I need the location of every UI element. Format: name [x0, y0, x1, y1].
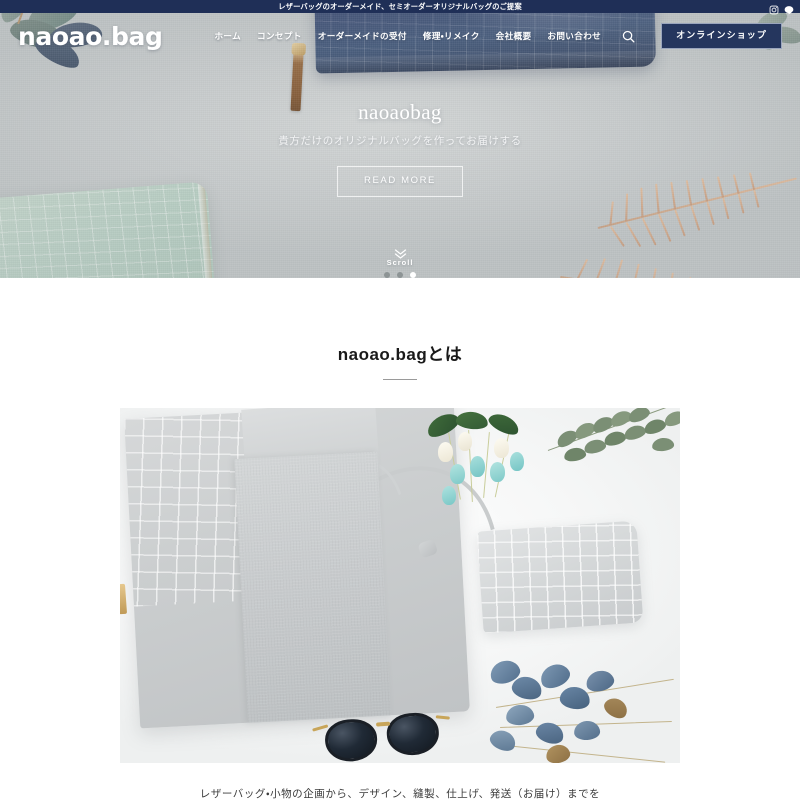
about-section: naoao.bagとは レザーバッグ・小物の企画から、デザイン、縫製、仕上げ、発…	[0, 278, 800, 800]
scroll-label: Scroll	[386, 258, 414, 267]
sunglasses-temple-right	[435, 715, 450, 720]
dried-blue-eucalyptus	[486, 649, 680, 763]
title-divider	[383, 379, 417, 380]
nav-item-repair[interactable]: 修理・リメイク	[423, 30, 480, 42]
tote-crocodile-panel	[124, 412, 252, 607]
sunglasses	[312, 709, 450, 763]
read-more-button[interactable]: READ MORE	[337, 166, 463, 197]
hero-title: naoaobag	[358, 100, 442, 124]
nav-item-contact[interactable]: お問い合わせ	[547, 30, 601, 42]
site-header: naoao.bag ホーム コンセプト オーダーメイドの受付 修理・リメイク 会…	[0, 13, 800, 59]
announcement-text: レザーバッグのオーダーメイド、セミオーダーオリジナルバッグのご提案	[278, 2, 522, 11]
main-navigation: ホーム コンセプト オーダーメイドの受付 修理・リメイク 会社概要 お問い合わせ…	[214, 23, 800, 49]
about-body-text: レザーバッグ・小物の企画から、デザイン、縫製、仕上げ、発送（お届け）までを 埼玉…	[120, 785, 680, 800]
carousel-dots	[0, 272, 800, 278]
site-logo[interactable]: naoao.bag	[18, 24, 163, 49]
carousel-dot-1[interactable]	[384, 272, 390, 278]
online-shop-button[interactable]: オンラインショップ	[661, 23, 782, 49]
about-body-line-1: レザーバッグ・小物の企画から、デザイン、縫製、仕上げ、発送（お届け）までを	[199, 788, 601, 800]
nav-item-order[interactable]: オーダーメイドの受付	[318, 30, 407, 42]
section-title: naoao.bagとは	[337, 345, 463, 364]
carousel-dot-3[interactable]	[410, 272, 416, 278]
tote-front-panel	[234, 451, 391, 723]
search-icon[interactable]	[619, 27, 637, 45]
sunglasses-lens-right	[385, 711, 441, 757]
nav-item-company[interactable]: 会社概要	[496, 30, 532, 42]
nav-item-home[interactable]: ホーム	[214, 30, 241, 42]
chevron-down-icon	[394, 246, 407, 259]
page-root: レザーバッグのオーダーメイド、セミオーダーオリジナルバッグのご提案 naoaob…	[0, 0, 800, 800]
scroll-indicator[interactable]: Scroll	[0, 246, 800, 278]
carousel-dot-2[interactable]	[397, 272, 403, 278]
top-announcement-bar: レザーバッグのオーダーメイド、セミオーダーオリジナルバッグのご提案	[0, 0, 800, 14]
line-icon[interactable]	[784, 2, 794, 14]
about-photo	[120, 408, 680, 763]
nav-item-concept[interactable]: コンセプト	[257, 30, 302, 42]
social-links	[769, 0, 794, 14]
hero-subtitle: 貴方だけのオリジナルバッグを作ってお届けする	[278, 136, 522, 148]
eucalyptus-branch	[544, 408, 680, 510]
hero-copy: naoaobag 貴方だけのオリジナルバッグを作ってお届けする READ MOR…	[0, 100, 800, 197]
sunglasses-lens-left	[323, 717, 379, 763]
instagram-icon[interactable]	[769, 2, 779, 14]
